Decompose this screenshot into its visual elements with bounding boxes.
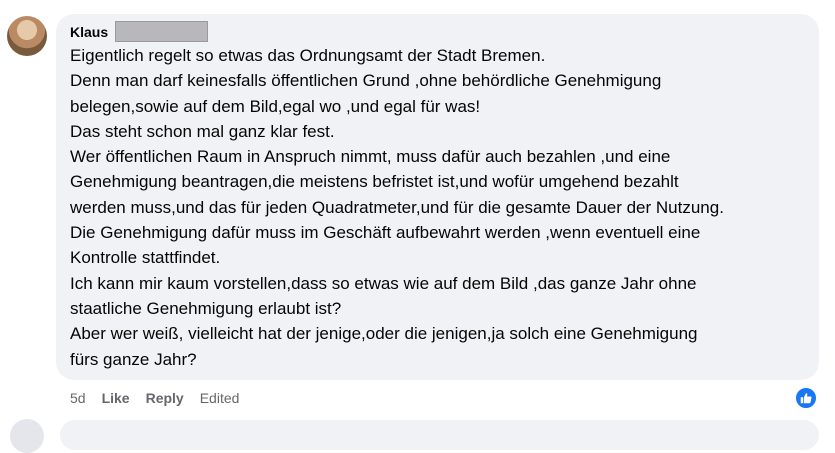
comment-line: Kontrolle stattfindet. <box>70 248 221 268</box>
like-reaction-badge[interactable] <box>794 386 818 410</box>
thumbs-up-icon <box>800 393 812 404</box>
comment-timestamp[interactable]: 5d <box>70 389 86 407</box>
comment-line: belegen,sowie auf dem Bild,egal wo ,und … <box>70 96 481 116</box>
comment-line: Das steht schon mal ganz klar fest. <box>70 121 335 141</box>
comment-line: staatliche Genehmigung erlaubt ist? <box>70 298 342 318</box>
comment-line: Genehmigung beantragen,die meistens befr… <box>70 172 679 192</box>
comment-line: Die Genehmigung dafür muss im Geschäft a… <box>70 223 701 243</box>
comment-line: fürs ganze Jahr? <box>70 349 197 369</box>
comment-author-name[interactable]: Klaus <box>70 24 108 41</box>
comment-actions: 5d Like Reply Edited <box>70 389 239 407</box>
redacted-surname <box>115 21 208 42</box>
comment-line: Aber wer weiß, vielleicht hat der jenige… <box>70 324 698 344</box>
comment-line: Denn man darf keinesfalls öffentlichen G… <box>70 71 662 91</box>
like-button[interactable]: Like <box>102 389 130 407</box>
next-comment-bubble <box>60 420 819 450</box>
reply-button[interactable]: Reply <box>146 389 184 407</box>
comment-line: Wer öffentlichen Raum in Anspruch nimmt,… <box>70 147 671 167</box>
next-commenter-avatar[interactable] <box>10 419 44 453</box>
comment-text: Eigentlich regelt so etwas das Ordnungsa… <box>70 43 815 372</box>
edited-indicator[interactable]: Edited <box>200 389 240 407</box>
comment-line: Ich kann mir kaum vorstellen,dass so etw… <box>70 273 697 293</box>
comment-line: werden muss,und das für jeden Quadratmet… <box>70 197 724 217</box>
comment-line: Eigentlich regelt so etwas das Ordnungsa… <box>70 46 546 65</box>
commenter-avatar[interactable] <box>7 16 47 56</box>
